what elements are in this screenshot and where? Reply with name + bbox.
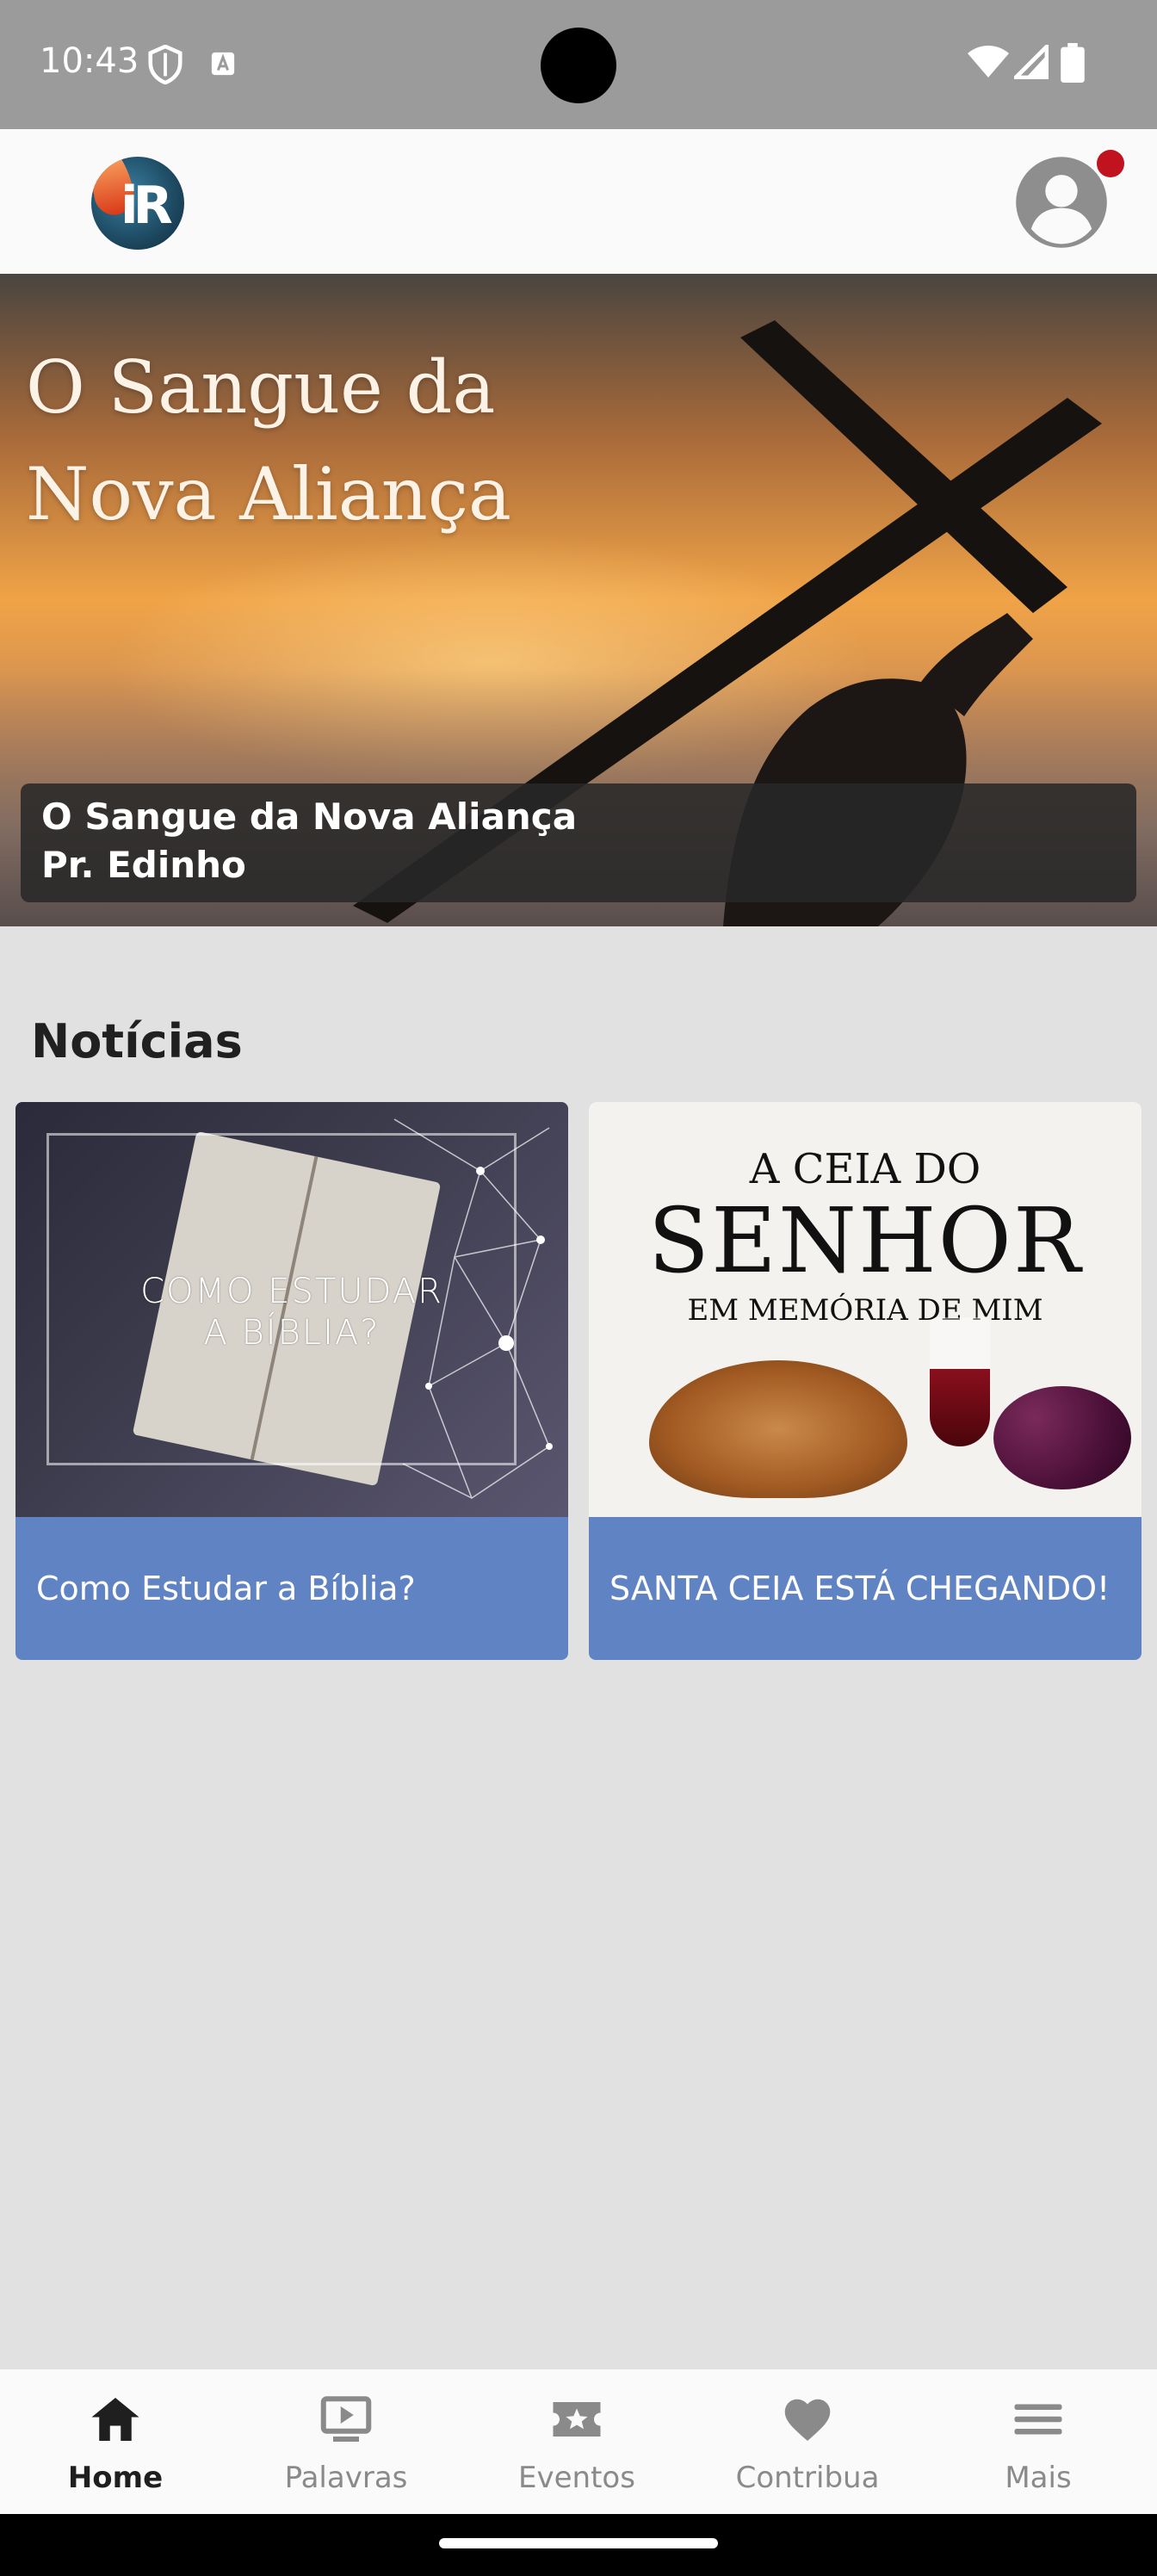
home-gesture-handle[interactable]	[439, 2538, 718, 2548]
a-icon	[211, 52, 235, 76]
status-bar: 10:43	[0, 0, 1157, 129]
nav-item-label: Home	[67, 2461, 164, 2495]
news-section-title: Notícias	[31, 1014, 243, 1068]
menu-icon	[1014, 2404, 1062, 2435]
nav-item-label: Contribua	[735, 2461, 880, 2495]
bottom-navigation: Home Palavras Eventos Contribua Mais	[0, 2369, 1157, 2514]
nav-item-label: Mais	[1005, 2461, 1072, 2495]
news-card-image: COMO ESTUDAR A BÍBLIA?	[15, 1102, 568, 1517]
hero-caption: O Sangue da Nova Aliança Pr. Edinho	[21, 783, 1136, 902]
news-card-label: SANTA CEIA ESTÁ CHEGANDO!	[609, 1570, 1111, 1607]
nav-item-eventos[interactable]: Eventos	[461, 2369, 692, 2514]
gesture-bar	[0, 2514, 1157, 2576]
wifi-icon	[968, 46, 1009, 77]
heart-icon	[784, 2399, 831, 2441]
news-card-image-text: A CEIA DO	[749, 1145, 981, 1193]
hero-banner[interactable]: O Sangue da Nova Aliança O Sangue da Nov…	[0, 274, 1157, 926]
wine-glass	[930, 1317, 990, 1446]
ticket-star-icon	[553, 2402, 601, 2437]
news-card-label: Como Estudar a Bíblia?	[36, 1570, 416, 1607]
profile-avatar-icon[interactable]	[1014, 155, 1109, 250]
church-logo[interactable]: iR	[91, 157, 184, 250]
nav-item-label: Eventos	[518, 2461, 635, 2495]
grapes	[993, 1386, 1131, 1489]
news-card-image-text: SENHOR	[647, 1188, 1083, 1293]
hero-caption-subtitle: Pr. Edinho	[41, 844, 246, 886]
status-time: 10:43	[40, 41, 139, 81]
nav-item-palavras[interactable]: Palavras	[231, 2369, 461, 2514]
home-icon	[91, 2398, 139, 2441]
battery-icon	[1061, 43, 1085, 83]
news-card-image-text: COMO ESTUDAR A BÍBLIA?	[140, 1272, 443, 1353]
news-card-image-text: EM MEMÓRIA DE MIM	[687, 1293, 1043, 1328]
nav-item-label: Palavras	[284, 2461, 408, 2495]
signal-icon	[1014, 45, 1049, 79]
bread-basket	[649, 1360, 907, 1498]
shield-icon	[148, 45, 183, 84]
nav-item-contribua[interactable]: Contribua	[692, 2369, 923, 2514]
nav-item-mais[interactable]: Mais	[923, 2369, 1154, 2514]
news-card[interactable]: A CEIA DO SENHOR EM MEMÓRIA DE MIM SANTA…	[589, 1102, 1142, 1660]
play-screen-icon	[320, 2396, 372, 2442]
hero-caption-title: O Sangue da Nova Aliança	[41, 796, 578, 838]
nav-item-home[interactable]: Home	[0, 2369, 231, 2514]
news-card-image: A CEIA DO SENHOR EM MEMÓRIA DE MIM	[589, 1102, 1142, 1517]
camera-cutout	[541, 28, 616, 103]
app-bar: iR	[0, 129, 1157, 274]
logo-mark: iR	[121, 176, 173, 236]
news-card[interactable]: COMO ESTUDAR A BÍBLIA? Como Estudar a Bí…	[15, 1102, 568, 1660]
notification-dot	[1097, 150, 1124, 177]
